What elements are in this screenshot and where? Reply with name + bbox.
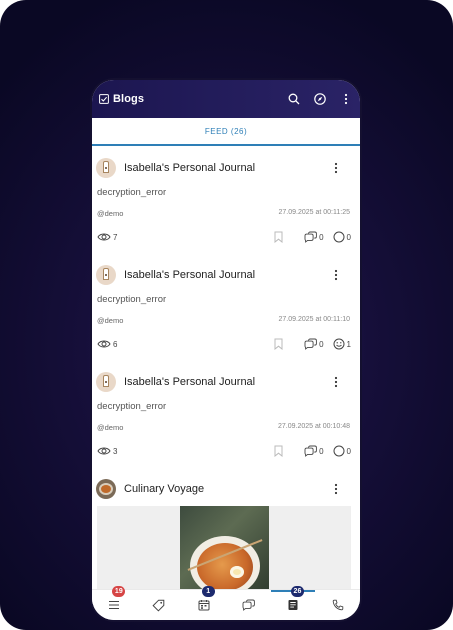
calendar-icon	[198, 600, 210, 611]
post-content: decryption_error	[97, 401, 167, 412]
comments-button[interactable]: 0	[304, 445, 324, 457]
phone-frame: Blogs FEED (26) Isabella's Personal Jour…	[92, 80, 360, 620]
chat-icon	[242, 599, 255, 611]
post-author: @demo	[97, 423, 124, 432]
reactions-button[interactable]: 0	[333, 231, 351, 243]
search-icon[interactable]	[286, 91, 302, 107]
bookmark-icon[interactable]	[274, 445, 283, 457]
more-vertical-icon[interactable]	[330, 481, 342, 497]
blogs-icon	[288, 600, 298, 610]
page-title: Blogs	[113, 93, 145, 105]
reaction-icon	[333, 231, 345, 243]
tag-icon	[152, 599, 165, 612]
comment-icon	[304, 338, 317, 350]
comment-icon	[304, 445, 317, 457]
compass-icon[interactable]	[312, 91, 328, 107]
post-content: decryption_error	[97, 187, 167, 198]
app-bar: Blogs	[92, 80, 360, 118]
post-date: 27.09.2025 at 00:11:25	[278, 209, 351, 216]
post-author: @demo	[97, 316, 124, 325]
comments-button[interactable]: 0	[304, 231, 324, 243]
more-vertical-icon[interactable]	[330, 160, 342, 176]
calendar-badge: 1	[201, 586, 215, 597]
reaction-icon	[333, 445, 345, 457]
post-date: 27.09.2025 at 00:11:10	[278, 316, 351, 323]
more-vertical-icon[interactable]	[338, 91, 354, 107]
reactions-button[interactable]: 1	[333, 338, 351, 350]
post-date: 27.09.2025 at 00:10:48	[277, 423, 350, 430]
bookmark-icon[interactable]	[274, 338, 283, 350]
views-count: 6	[97, 337, 117, 351]
post-image[interactable]	[97, 506, 351, 590]
post-author: @demo	[97, 209, 124, 218]
views-count: 7	[97, 230, 117, 244]
avatar	[96, 265, 116, 285]
nav-phone[interactable]	[326, 593, 350, 617]
smile-icon	[333, 338, 345, 350]
avatar	[96, 158, 116, 178]
nav-chat[interactable]	[236, 593, 260, 617]
eye-icon	[97, 233, 111, 241]
blog-name: Isabella's Personal Journal	[124, 376, 256, 388]
bottom-nav: 19 1 26	[92, 586, 360, 620]
more-vertical-icon[interactable]	[330, 374, 342, 390]
comment-icon	[304, 231, 317, 243]
more-vertical-icon[interactable]	[330, 267, 342, 283]
eye-icon	[97, 447, 111, 455]
blog-name: Culinary Voyage	[124, 483, 205, 495]
nav-menu[interactable]: 19	[102, 586, 126, 617]
menu-badge: 19	[112, 586, 126, 597]
tab-feed[interactable]: FEED (26)	[92, 118, 360, 146]
phone-icon	[332, 599, 343, 611]
views-count: 3	[97, 444, 117, 458]
ramen-photo	[180, 506, 269, 590]
nav-tags[interactable]	[147, 593, 171, 617]
feed-list[interactable]: Isabella's Personal Journal decryption_e…	[92, 146, 360, 590]
comments-button[interactable]: 0	[304, 338, 324, 350]
nav-calendar[interactable]: 1	[192, 586, 216, 617]
avatar	[96, 372, 116, 392]
background: Blogs FEED (26) Isabella's Personal Jour…	[0, 0, 453, 630]
blogs-badge: 26	[290, 586, 304, 597]
eye-icon	[97, 340, 111, 348]
avatar	[96, 479, 116, 499]
blog-name: Isabella's Personal Journal	[124, 162, 256, 174]
tab-feed-label: FEED (26)	[204, 126, 248, 136]
blogs-logo-icon	[99, 94, 109, 104]
post-content: decryption_error	[97, 294, 167, 305]
reactions-button[interactable]: 0	[333, 445, 351, 457]
nav-blogs[interactable]: 26	[270, 586, 315, 617]
bookmark-icon[interactable]	[274, 231, 283, 243]
menu-icon	[109, 600, 120, 610]
blog-name: Isabella's Personal Journal	[124, 269, 256, 281]
